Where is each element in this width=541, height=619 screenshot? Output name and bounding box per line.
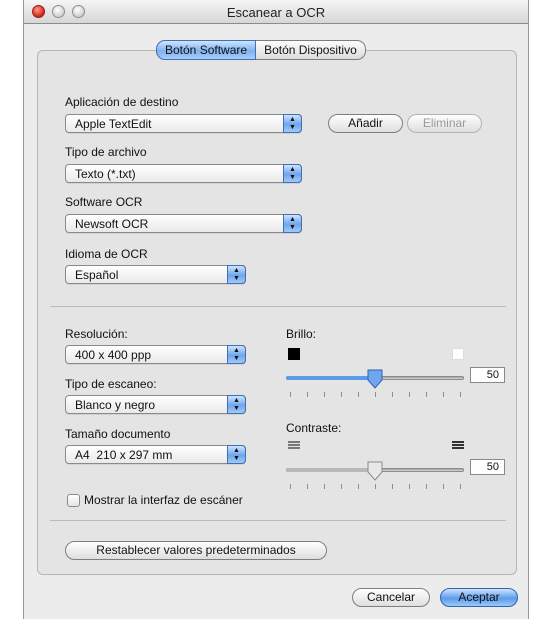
contrast-value-field[interactable]: 50 xyxy=(470,459,505,475)
slider-tick xyxy=(307,392,308,397)
accept-button[interactable]: Aceptar xyxy=(440,588,518,607)
contrast-slider[interactable] xyxy=(286,461,466,501)
contrast-label: Contraste: xyxy=(286,421,342,435)
scan-type-label: Tipo de escaneo: xyxy=(65,377,157,391)
slider-tick xyxy=(392,484,393,489)
slider-tick xyxy=(290,484,291,489)
popup-arrows-icon: ▲ ▼ xyxy=(227,395,246,414)
separator xyxy=(50,520,506,521)
slider-ticks xyxy=(290,392,461,397)
slider-tick xyxy=(324,392,325,397)
scan-type-value: Blanco y negro xyxy=(75,398,156,412)
slider-tick xyxy=(409,392,410,397)
tab-device-button[interactable]: Botón Dispositivo xyxy=(256,40,366,60)
ocr-software-value: Newsoft OCR xyxy=(75,217,149,231)
dark-swatch-icon xyxy=(288,348,300,360)
show-interface-label: Mostrar la interfaz de escáner xyxy=(84,493,243,507)
slider-tick xyxy=(307,484,308,489)
popup-arrows-icon: ▲ ▼ xyxy=(227,265,246,284)
resolution-label: Resolución: xyxy=(65,327,128,341)
slider-thumb[interactable] xyxy=(367,461,383,481)
slider-tick xyxy=(341,484,342,489)
separator xyxy=(50,306,506,307)
slider-tick xyxy=(324,484,325,489)
destination-app-value: Apple TextEdit xyxy=(75,117,152,131)
slider-tick xyxy=(358,392,359,397)
slider-tick xyxy=(409,484,410,489)
slider-tick xyxy=(443,392,444,397)
high-contrast-icon xyxy=(452,441,464,450)
popup-arrows-icon: ▲ ▼ xyxy=(283,114,302,133)
scan-to-ocr-window: Escanear a OCR Botón Software Botón Disp… xyxy=(23,0,529,619)
remove-button[interactable]: Eliminar xyxy=(407,114,482,133)
light-swatch-icon xyxy=(452,348,464,360)
slider-tick xyxy=(358,484,359,489)
slider-thumb[interactable] xyxy=(367,369,383,389)
slider-tick xyxy=(290,392,291,397)
slider-fill xyxy=(286,468,375,472)
resolution-select[interactable]: 400 x 400 ppp ▲ ▼ xyxy=(65,345,246,364)
tab-bar: Botón Software Botón Dispositivo xyxy=(156,40,366,60)
slider-tick xyxy=(375,484,376,489)
ocr-software-select[interactable]: Newsoft OCR ▲ ▼ xyxy=(65,214,302,233)
window-title: Escanear a OCR xyxy=(226,5,326,20)
slider-fill xyxy=(286,376,375,380)
file-type-select[interactable]: Texto (*.txt) ▲ ▼ xyxy=(65,164,302,183)
show-interface-checkbox[interactable] xyxy=(67,494,80,507)
file-type-label: Tipo de archivo xyxy=(65,145,147,159)
popup-arrows-icon: ▲ ▼ xyxy=(227,445,246,464)
tab-software-button[interactable]: Botón Software xyxy=(156,40,257,60)
document-size-value: A4 210 x 297 mm xyxy=(75,448,173,462)
low-contrast-icon xyxy=(288,441,300,450)
title-bar: Escanear a OCR xyxy=(24,0,528,24)
document-size-select[interactable]: A4 210 x 297 mm ▲ ▼ xyxy=(65,445,246,464)
ocr-language-value: Español xyxy=(75,268,119,282)
slider-ticks xyxy=(290,484,461,489)
popup-arrows-icon: ▲ ▼ xyxy=(283,164,302,183)
destination-app-select[interactable]: Apple TextEdit ▲ ▼ xyxy=(65,114,302,133)
slider-tick xyxy=(426,392,427,397)
cancel-button[interactable]: Cancelar xyxy=(352,588,430,607)
slider-tick xyxy=(375,392,376,397)
popup-arrows-icon: ▲ ▼ xyxy=(283,214,302,233)
brightness-slider[interactable] xyxy=(286,369,466,409)
brightness-value-field[interactable]: 50 xyxy=(470,367,505,383)
file-type-value: Texto (*.txt) xyxy=(75,167,136,181)
ocr-language-select[interactable]: Español ▲ ▼ xyxy=(65,265,246,284)
ocr-language-label: Idioma de OCR xyxy=(65,247,148,261)
slider-tick xyxy=(341,392,342,397)
slider-tick xyxy=(426,484,427,489)
slider-tick xyxy=(443,484,444,489)
restore-defaults-button[interactable]: Restablecer valores predeterminados xyxy=(65,541,327,560)
slider-tick xyxy=(460,484,461,489)
brightness-label: Brillo: xyxy=(286,327,317,341)
scan-type-select[interactable]: Blanco y negro ▲ ▼ xyxy=(65,395,246,414)
resolution-value: 400 x 400 ppp xyxy=(75,348,152,362)
destination-app-label: Aplicación de destino xyxy=(65,95,179,109)
slider-tick xyxy=(392,392,393,397)
popup-arrows-icon: ▲ ▼ xyxy=(227,345,246,364)
settings-panel: Aplicación de destino Apple TextEdit ▲ ▼ … xyxy=(37,50,517,575)
ocr-software-label: Software OCR xyxy=(65,195,143,209)
add-button[interactable]: Añadir xyxy=(328,114,403,133)
slider-tick xyxy=(460,392,461,397)
document-size-label: Tamaño documento xyxy=(65,427,171,441)
